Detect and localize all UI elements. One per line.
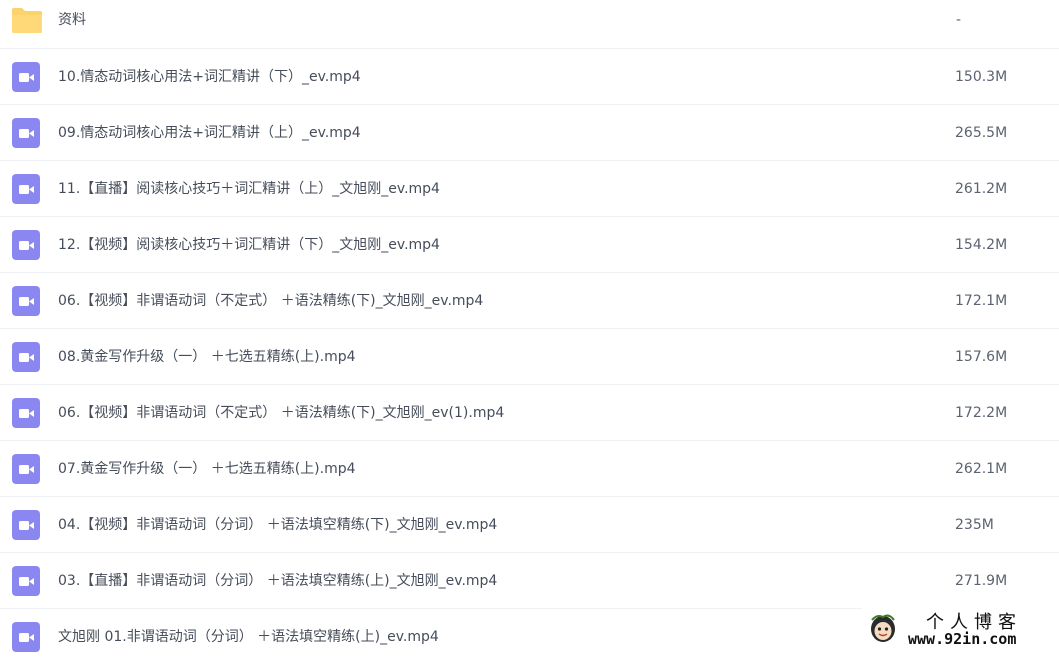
folder-icon <box>12 8 42 33</box>
folder-row[interactable]: 资料 - <box>0 0 1059 49</box>
video-file-icon <box>12 398 40 428</box>
file-row[interactable]: 12.【视频】阅读核心技巧＋词汇精讲（下）_文旭刚_ev.mp4 154.2M <box>0 217 1059 273</box>
file-name: 03.【直播】非谓语动词（分词） ＋语法填空精练(上)_文旭刚_ev.mp4 <box>58 573 498 589</box>
video-file-icon <box>12 62 40 92</box>
video-file-icon <box>12 622 40 652</box>
video-file-icon <box>12 454 40 484</box>
file-row[interactable]: 09.情态动词核心用法+词汇精讲（上）_ev.mp4 265.5M <box>0 105 1059 161</box>
watermark-url: www.92in.com <box>908 630 1017 648</box>
video-file-icon <box>12 230 40 260</box>
file-size: 265.5M <box>955 125 1008 141</box>
video-file-icon <box>12 342 40 372</box>
file-name: 09.情态动词核心用法+词汇精讲（上）_ev.mp4 <box>58 125 361 141</box>
file-name: 12.【视频】阅读核心技巧＋词汇精讲（下）_文旭刚_ev.mp4 <box>58 237 440 253</box>
file-name: 04.【视频】非谓语动词（分词） ＋语法填空精练(下)_文旭刚_ev.mp4 <box>58 517 498 533</box>
file-name: 11.【直播】阅读核心技巧＋词汇精讲（上）_文旭刚_ev.mp4 <box>58 181 440 197</box>
file-size: 172.2M <box>955 405 1008 421</box>
file-row[interactable]: 06.【视频】非谓语动词（不定式） ＋语法精练(下)_文旭刚_ev.mp4 17… <box>0 273 1059 329</box>
file-name: 08.黄金写作升级（一） ＋七选五精练(上).mp4 <box>58 349 356 365</box>
file-name: 07.黄金写作升级（一） ＋七选五精练(上).mp4 <box>58 461 356 477</box>
file-size: 154.2M <box>955 237 1008 253</box>
file-size: - <box>956 12 962 28</box>
file-size: 235M <box>955 517 994 533</box>
file-row[interactable]: 11.【直播】阅读核心技巧＋词汇精讲（上）_文旭刚_ev.mp4 261.2M <box>0 161 1059 217</box>
video-file-icon <box>12 174 40 204</box>
file-size: 262.1M <box>955 461 1008 477</box>
watermark: 个人博客 www.92in.com <box>862 608 1059 650</box>
file-size: 157.6M <box>955 349 1008 365</box>
file-list: 资料 - 10.情态动词核心用法+词汇精讲（下）_ev.mp4 150.3M 0… <box>0 0 1059 665</box>
file-row[interactable]: 03.【直播】非谓语动词（分词） ＋语法填空精练(上)_文旭刚_ev.mp4 2… <box>0 553 1059 609</box>
file-row[interactable]: 06.【视频】非谓语动词（不定式） ＋语法精练(下)_文旭刚_ev(1).mp4… <box>0 385 1059 441</box>
file-row[interactable]: 08.黄金写作升级（一） ＋七选五精练(上).mp4 157.6M <box>0 329 1059 385</box>
file-row[interactable]: 04.【视频】非谓语动词（分词） ＋语法填空精练(下)_文旭刚_ev.mp4 2… <box>0 497 1059 553</box>
file-size: 271.9M <box>955 573 1008 589</box>
mascot-logo-icon <box>871 614 895 642</box>
video-file-icon <box>12 286 40 316</box>
video-file-icon <box>12 118 40 148</box>
file-size: 261.2M <box>955 181 1008 197</box>
file-name: 06.【视频】非谓语动词（不定式） ＋语法精练(下)_文旭刚_ev(1).mp4 <box>58 405 505 421</box>
file-row[interactable]: 07.黄金写作升级（一） ＋七选五精练(上).mp4 262.1M <box>0 441 1059 497</box>
file-name: 06.【视频】非谓语动词（不定式） ＋语法精练(下)_文旭刚_ev.mp4 <box>58 293 484 309</box>
file-name: 10.情态动词核心用法+词汇精讲（下）_ev.mp4 <box>58 69 361 85</box>
file-row[interactable]: 10.情态动词核心用法+词汇精讲（下）_ev.mp4 150.3M <box>0 49 1059 105</box>
file-name: 资料 <box>58 12 86 28</box>
file-name: 文旭刚 01.非谓语动词（分词） ＋语法填空精练(上)_ev.mp4 <box>58 629 439 645</box>
video-file-icon <box>12 510 40 540</box>
video-file-icon <box>12 566 40 596</box>
file-size: 150.3M <box>955 69 1008 85</box>
file-size: 172.1M <box>955 293 1008 309</box>
